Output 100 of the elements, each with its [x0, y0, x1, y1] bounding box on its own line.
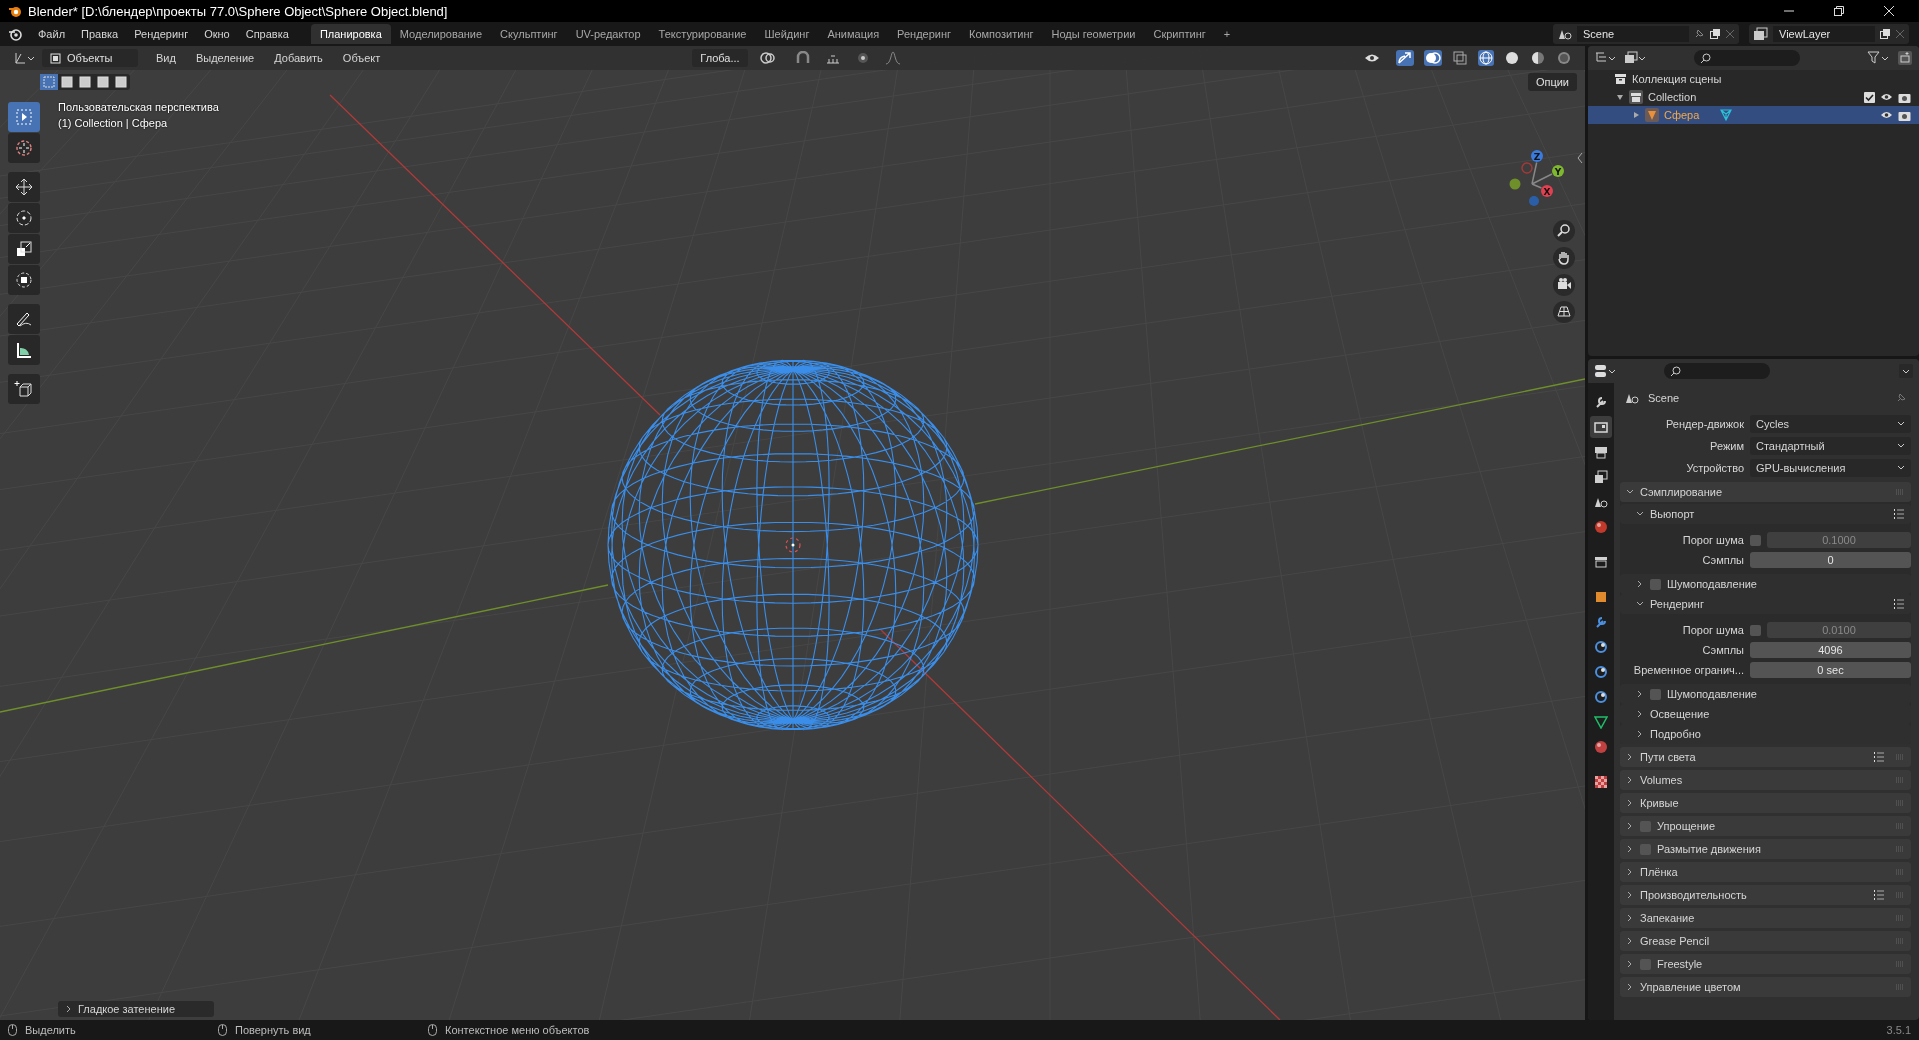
mode-dropdown[interactable]: Объекты	[42, 49, 138, 67]
overlay-toggle-icon[interactable]	[1424, 50, 1442, 66]
image-stack-icon[interactable]	[1753, 27, 1769, 41]
workspace-tab[interactable]: Скульптинг	[491, 24, 567, 44]
select-mode-icon[interactable]	[112, 74, 130, 90]
rendered-shading-icon[interactable]	[1556, 50, 1572, 66]
workspace-tab[interactable]: Композитинг	[960, 24, 1043, 44]
panel-header[interactable]: Сэмплирование	[1620, 482, 1911, 502]
zoom-icon[interactable]	[1553, 220, 1575, 242]
camera-icon[interactable]	[1553, 274, 1575, 296]
image-stack-icon[interactable]	[1624, 51, 1646, 65]
list-icon[interactable]	[1893, 509, 1905, 519]
hand-icon[interactable]	[1553, 247, 1575, 269]
outliner-item[interactable]: Collection	[1648, 91, 1697, 103]
editor-type-icon[interactable]	[1594, 364, 1616, 378]
ruler-icon[interactable]	[8, 335, 40, 365]
menu-item[interactable]: Справка	[237, 25, 297, 43]
checkbox[interactable]	[1650, 578, 1661, 590]
falloff-icon[interactable]	[884, 51, 901, 65]
new-collection-icon[interactable]	[1897, 50, 1913, 66]
workspace-tab[interactable]: Планировка	[310, 24, 391, 44]
workspace-tab[interactable]: UV-редактор	[566, 24, 650, 44]
outliner-item[interactable]: Сфера	[1664, 109, 1710, 121]
workspace-tab[interactable]: Рендеринг	[888, 24, 961, 44]
menu-item[interactable]: Файл	[30, 25, 74, 43]
menu-item[interactable]: Окно	[196, 25, 238, 43]
outliner-row[interactable]: Сфера	[1588, 106, 1919, 124]
eye-icon[interactable]	[1880, 92, 1893, 102]
subpanel-header[interactable]: Шумоподавление	[1620, 574, 1911, 594]
solid-shading-icon[interactable]	[1504, 50, 1520, 66]
eye-icon[interactable]	[1880, 110, 1893, 120]
list-icon[interactable]	[1873, 752, 1885, 762]
checkbox[interactable]	[1650, 688, 1661, 700]
select-field[interactable]: GPU-вычисления	[1750, 459, 1911, 477]
view-layer-field[interactable]: ViewLayer	[1773, 26, 1875, 42]
menu-item[interactable]: Выделение	[187, 49, 263, 67]
axis-gizmo[interactable]: Z Y X	[1509, 150, 1564, 206]
duplicate-icon[interactable]	[1709, 28, 1721, 40]
workspace-tab[interactable]: Моделирование	[390, 24, 492, 44]
blender-logo-icon[interactable]	[8, 27, 22, 41]
panel-header[interactable]: Запекание	[1620, 908, 1911, 928]
select-field[interactable]: Cycles	[1750, 415, 1911, 433]
menu-item[interactable]: Объект	[334, 49, 389, 67]
subpanel-header[interactable]: Шумоподавление	[1620, 684, 1911, 704]
transform-icon[interactable]	[8, 265, 40, 295]
checkbox[interactable]	[1750, 534, 1761, 546]
panel-header[interactable]: Плёнка	[1620, 862, 1911, 882]
restore-icon[interactable]	[1833, 5, 1845, 17]
scene-field[interactable]: Scene	[1577, 26, 1689, 42]
search-field[interactable]	[1694, 50, 1800, 66]
number-field[interactable]: 0 sec	[1750, 662, 1911, 678]
menu-item[interactable]: Вид	[148, 49, 184, 67]
dropdown-icon[interactable]	[1899, 364, 1913, 378]
panel-header[interactable]: Freestyle	[1620, 954, 1911, 974]
scale-icon[interactable]	[8, 234, 40, 264]
orientation-dropdown[interactable]: Глоба...	[692, 49, 748, 67]
panel-header[interactable]: Управление цветом	[1620, 977, 1911, 997]
subpanel-header[interactable]: Освещение	[1620, 704, 1911, 724]
select-mode-icon[interactable]	[58, 74, 76, 90]
subpanel-header[interactable]: Рендеринг	[1620, 594, 1911, 614]
pin-icon[interactable]	[1895, 392, 1907, 404]
workspace-tab[interactable]: Шейдинг	[755, 24, 819, 44]
panel-header[interactable]: Пути света	[1620, 747, 1911, 767]
magnet-icon[interactable]	[794, 51, 811, 65]
list-icon[interactable]	[1873, 890, 1885, 900]
search-field[interactable]	[1664, 363, 1770, 379]
subpanel-header[interactable]: Подробно	[1620, 724, 1911, 744]
mesh-data-icon[interactable]	[1719, 108, 1733, 122]
pin-icon[interactable]	[1693, 28, 1705, 40]
editor-type-icon[interactable]	[13, 51, 35, 65]
panel-header[interactable]: Производительность	[1620, 885, 1911, 905]
editor-type-icon[interactable]	[1594, 51, 1616, 65]
select-mode-icon[interactable]	[94, 74, 112, 90]
panel-header[interactable]: Упрощение	[1620, 816, 1911, 836]
grid-icon[interactable]	[1553, 301, 1575, 323]
cursor-icon[interactable]	[8, 133, 40, 163]
add-cube-icon[interactable]	[8, 374, 40, 404]
duplicate-icon[interactable]	[1879, 28, 1891, 40]
subpanel-header[interactable]: Вьюпорт	[1620, 504, 1911, 524]
rotate-icon[interactable]	[8, 203, 40, 233]
gizmo-toggle-icon[interactable]	[1396, 50, 1414, 66]
workspace-tab[interactable]: Скриптинг	[1144, 24, 1215, 44]
camera-icon[interactable]	[1590, 416, 1612, 438]
camera-icon[interactable]	[1898, 91, 1911, 103]
pencil-icon[interactable]	[8, 304, 40, 334]
menu-item[interactable]: Правка	[73, 25, 127, 43]
filter-icon[interactable]	[1867, 51, 1889, 65]
panel-header[interactable]: Кривые	[1620, 793, 1911, 813]
xray-icon[interactable]	[1452, 50, 1468, 66]
checkbox[interactable]	[1864, 91, 1875, 103]
list-icon[interactable]	[1893, 599, 1905, 609]
checkbox[interactable]	[1750, 624, 1761, 636]
panel-header[interactable]: Volumes	[1620, 770, 1911, 790]
workspace-tab[interactable]: Анимация	[818, 24, 889, 44]
expanded-triangle-icon[interactable]	[1616, 93, 1624, 101]
workspace-tab[interactable]: Текстурирование	[649, 24, 756, 44]
move-icon[interactable]	[8, 172, 40, 202]
select-box-icon[interactable]	[8, 102, 40, 132]
wireframe-shading-icon[interactable]	[1478, 50, 1494, 66]
checkbox[interactable]	[1640, 820, 1651, 832]
